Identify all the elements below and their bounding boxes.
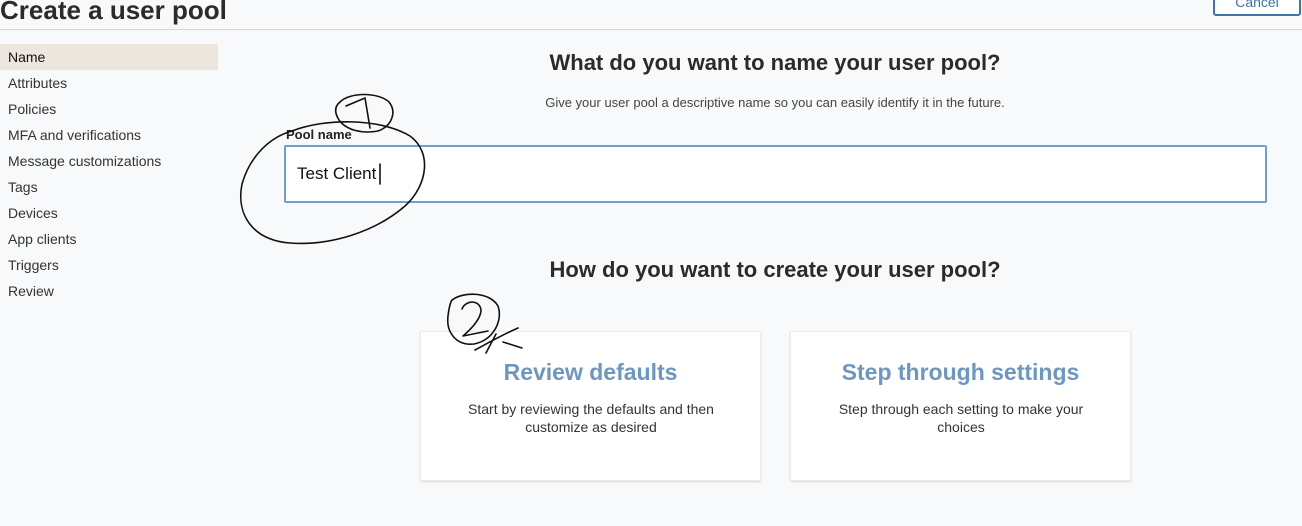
- sidebar-item-policies[interactable]: Policies: [0, 96, 218, 122]
- review-defaults-title[interactable]: Review defaults: [421, 359, 760, 386]
- name-section-subheading: Give your user pool a descriptive name s…: [545, 95, 1005, 110]
- sidebar-item-app-clients[interactable]: App clients: [0, 226, 218, 252]
- create-section-heading: How do you want to create your user pool…: [549, 257, 1001, 282]
- step-through-settings-card[interactable]: Step through settings Step through each …: [790, 331, 1131, 481]
- sidebar-nav: Name Attributes Policies MFA and verific…: [0, 44, 218, 304]
- sidebar-item-message-customizations[interactable]: Message customizations: [0, 148, 218, 174]
- review-defaults-description: Start by reviewing the defaults and then…: [468, 401, 714, 435]
- pool-name-label: Pool name: [286, 127, 352, 142]
- review-defaults-card[interactable]: Review defaults Start by reviewing the d…: [420, 331, 761, 481]
- sidebar-item-mfa-and-verifications[interactable]: MFA and verifications: [0, 122, 218, 148]
- sidebar-item-tags[interactable]: Tags: [0, 174, 218, 200]
- sidebar-item-name[interactable]: Name: [0, 44, 218, 70]
- sidebar-item-attributes[interactable]: Attributes: [0, 70, 218, 96]
- step-through-settings-title[interactable]: Step through settings: [791, 359, 1130, 386]
- sidebar-item-review[interactable]: Review: [0, 278, 218, 304]
- pool-name-input[interactable]: [284, 145, 1267, 203]
- cancel-button[interactable]: Cancel: [1213, 0, 1301, 16]
- name-section-heading: What do you want to name your user pool?: [549, 50, 1001, 75]
- sidebar-item-devices[interactable]: Devices: [0, 200, 218, 226]
- step-through-settings-description: Step through each setting to make your c…: [838, 401, 1084, 435]
- sidebar-item-triggers[interactable]: Triggers: [0, 252, 218, 278]
- header-divider: [0, 29, 1302, 30]
- page-title: Create a user pool: [0, 0, 227, 25]
